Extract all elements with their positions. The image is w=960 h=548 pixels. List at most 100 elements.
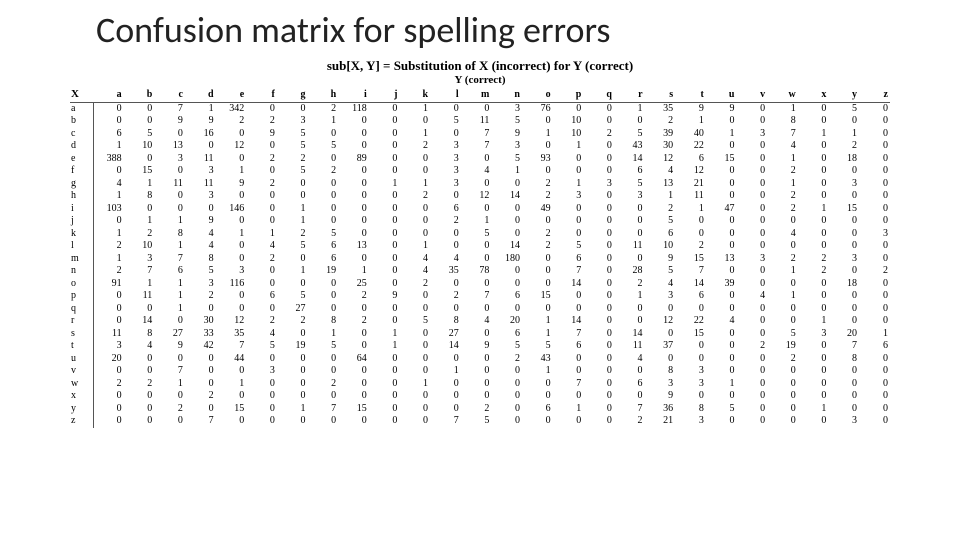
matrix-cell: 0 <box>828 315 859 328</box>
matrix-cell: 1 <box>798 128 829 141</box>
matrix-cell: 1 <box>399 240 430 253</box>
matrix-cell: 0 <box>553 353 584 366</box>
matrix-cell: 0 <box>399 165 430 178</box>
matrix-cell: 0 <box>154 415 185 428</box>
matrix-cell: 1 <box>767 265 798 278</box>
matrix-cell: 0 <box>553 390 584 403</box>
matrix-cell: 0 <box>369 353 400 366</box>
matrix-cell: 0 <box>798 340 829 353</box>
matrix-cell: 0 <box>338 390 369 403</box>
matrix-cell: 20 <box>491 315 522 328</box>
matrix-cell: 0 <box>553 303 584 316</box>
matrix-cell: 5 <box>277 290 308 303</box>
matrix-cell: 0 <box>185 403 216 416</box>
matrix-cell: 0 <box>859 290 890 303</box>
matrix-cell: 0 <box>736 353 767 366</box>
matrix-cell: 5 <box>553 240 584 253</box>
matrix-cell: 3 <box>124 253 155 266</box>
matrix-cell: 0 <box>736 140 767 153</box>
matrix-cell: 0 <box>583 328 614 341</box>
matrix-cell: 0 <box>491 278 522 291</box>
matrix-cell: 5 <box>614 178 645 191</box>
matrix-cell: 6 <box>154 265 185 278</box>
matrix-cell: 28 <box>614 265 645 278</box>
matrix-cell: 2 <box>767 165 798 178</box>
matrix-cell: 0 <box>154 128 185 141</box>
matrix-cell: 0 <box>553 165 584 178</box>
matrix-cell: 3 <box>828 415 859 428</box>
matrix-cell: 9 <box>675 102 706 115</box>
matrix-cell: 1 <box>277 265 308 278</box>
matrix-cell: 0 <box>430 102 461 115</box>
matrix-cell: 1 <box>399 128 430 141</box>
matrix-cell: 0 <box>369 240 400 253</box>
matrix-cell: 1 <box>828 128 859 141</box>
matrix-cell: 2 <box>767 253 798 266</box>
matrix-cell: 0 <box>828 390 859 403</box>
matrix-cell: 21 <box>675 178 706 191</box>
matrix-cell: 18 <box>828 153 859 166</box>
matrix-cell: 1 <box>767 153 798 166</box>
matrix-cell: 3 <box>491 140 522 153</box>
matrix-cell: 11 <box>154 178 185 191</box>
matrix-cell: 6 <box>246 290 277 303</box>
matrix-cell: 146 <box>216 203 247 216</box>
matrix-cell: 0 <box>736 203 767 216</box>
matrix-cell: 0 <box>736 265 767 278</box>
matrix-cell: 3 <box>736 128 767 141</box>
matrix-cell: 0 <box>706 165 737 178</box>
matrix-cell: 0 <box>859 128 890 141</box>
matrix-cell: 15 <box>706 153 737 166</box>
matrix-cell: 64 <box>338 353 369 366</box>
matrix-cell: 4 <box>736 290 767 303</box>
matrix-cell: 2 <box>307 378 338 391</box>
matrix-cell: 14 <box>614 328 645 341</box>
matrix-cell: 3 <box>736 253 767 266</box>
matrix-cell: 0 <box>430 278 461 291</box>
table-row: n276530119104357800702857001202 <box>70 265 890 278</box>
matrix-cell: 0 <box>798 353 829 366</box>
matrix-cell: 0 <box>399 415 430 428</box>
matrix-cell: 0 <box>583 415 614 428</box>
table-row: d11013012055002373010433022004020 <box>70 140 890 153</box>
matrix-cell: 3 <box>675 415 706 428</box>
matrix-cell: 0 <box>185 365 216 378</box>
matrix-cell: 2 <box>246 253 277 266</box>
matrix-cell: 0 <box>277 365 308 378</box>
matrix-cell: 5 <box>185 265 216 278</box>
matrix-cell: 2 <box>216 115 247 128</box>
matrix-cell: 1 <box>277 203 308 216</box>
row-header: s <box>70 328 93 341</box>
matrix-cell: 0 <box>828 228 859 241</box>
matrix-cell: 0 <box>828 378 859 391</box>
matrix-cell: 4 <box>124 340 155 353</box>
matrix-cell: 5 <box>461 228 492 241</box>
matrix-cell: 7 <box>461 128 492 141</box>
table-row: v00700300000100100083000000 <box>70 365 890 378</box>
matrix-cell: 0 <box>369 403 400 416</box>
table-row: x00020000000000000090000000 <box>70 390 890 403</box>
matrix-cell: 0 <box>307 278 338 291</box>
matrix-cell: 1 <box>675 115 706 128</box>
matrix-cell: 0 <box>706 303 737 316</box>
matrix-cell: 0 <box>461 253 492 266</box>
matrix-cell: 0 <box>522 390 553 403</box>
matrix-cell: 7 <box>767 128 798 141</box>
matrix-cell: 2 <box>399 190 430 203</box>
matrix-cell: 0 <box>491 303 522 316</box>
matrix-cell: 7 <box>185 415 216 428</box>
matrix-cell: 11 <box>675 190 706 203</box>
matrix-cell: 0 <box>154 390 185 403</box>
matrix-cell: 6 <box>307 240 338 253</box>
matrix-cell: 91 <box>93 278 124 291</box>
matrix-cell: 2 <box>645 115 676 128</box>
matrix-cell: 0 <box>553 228 584 241</box>
matrix-cell: 1 <box>706 128 737 141</box>
matrix-cell: 0 <box>277 190 308 203</box>
matrix-cell: 4 <box>461 165 492 178</box>
matrix-cell: 0 <box>798 228 829 241</box>
matrix-cell: 39 <box>645 128 676 141</box>
matrix-cell: 10 <box>124 140 155 153</box>
table-row: l2101404561301001425011102000000 <box>70 240 890 253</box>
matrix-cell: 6 <box>491 290 522 303</box>
